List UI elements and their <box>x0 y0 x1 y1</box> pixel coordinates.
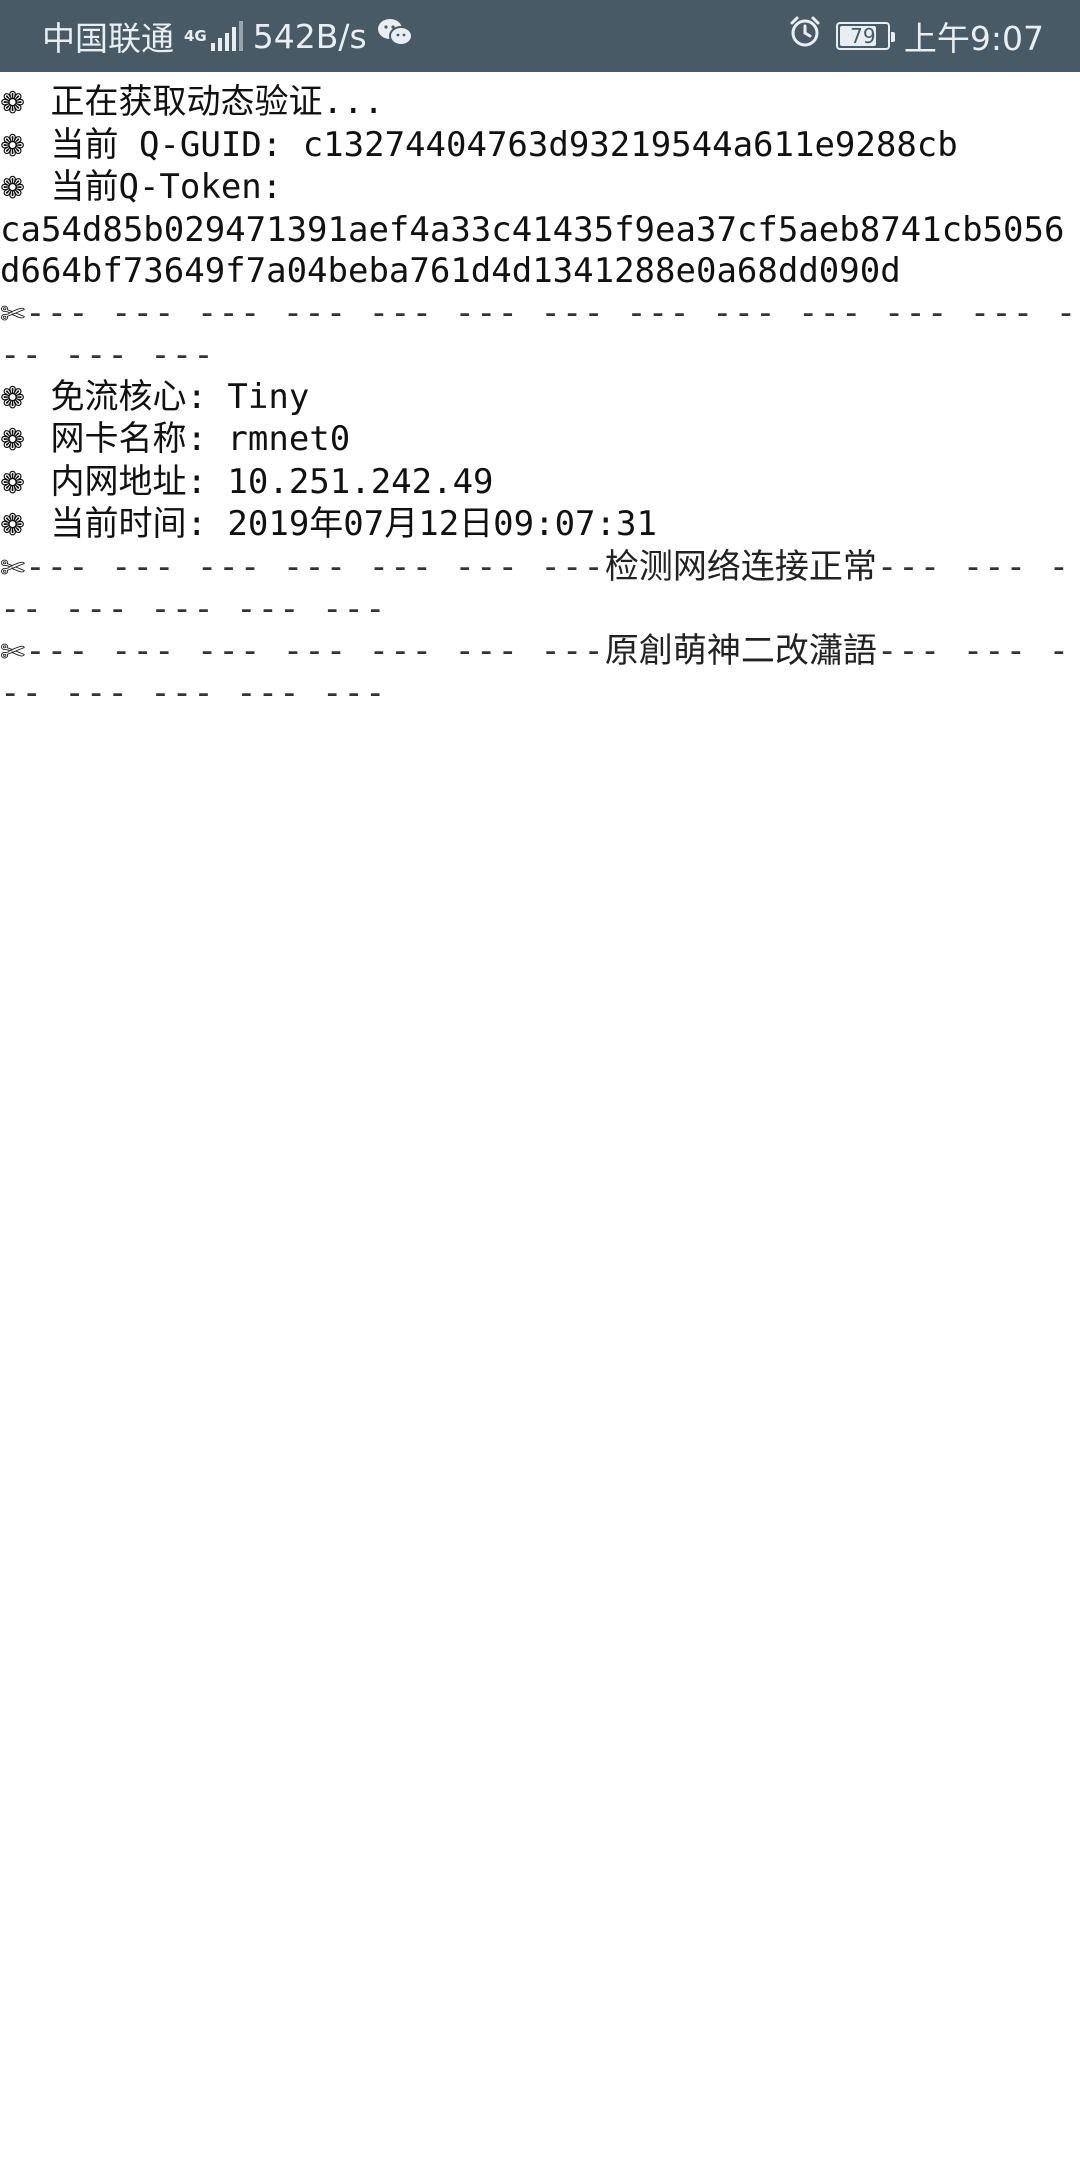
separator-credit: ✄--- --- --- --- --- --- ---原創萌神二改瀟語--- … <box>0 630 1071 714</box>
wechat-icon <box>377 17 413 56</box>
alarm-icon <box>788 15 822 57</box>
log-line-token-value: ca54d85b029471391aef4a33c41435f9ea37cf5a… <box>0 209 1065 292</box>
signal-icon: 4G <box>184 21 243 51</box>
carrier-name: 中国联通 <box>42 19 174 58</box>
flower-bullet-icon: ❁ <box>0 508 26 543</box>
log-line-core: ❁ 免流核心: Tiny <box>0 377 1080 420</box>
flower-bullet-icon: ❁ <box>0 171 26 206</box>
log-line-token-label: ❁ 当前Q-Token: <box>0 167 1080 210</box>
network-type: 4G <box>184 26 207 45</box>
clock-time: 上午9:07 <box>903 19 1044 58</box>
battery-level: 79 <box>850 24 876 48</box>
terminal-output: ❁ 正在获取动态验证... ❁ 当前 Q-GUID: c13274404763d… <box>0 72 1080 715</box>
flower-bullet-icon: ❁ <box>0 86 26 121</box>
separator-network-status: ✄--- --- --- --- --- --- ---检测网络连接正常--- … <box>0 546 1071 630</box>
net-speed: 542B/s <box>252 16 367 56</box>
log-line-guid: ❁ 当前 Q-GUID: c13274404763d93219544a611e9… <box>0 125 1080 168</box>
scissors-icon: ✄ <box>0 550 26 586</box>
scissors-icon: ✄ <box>0 634 26 670</box>
log-line-ip: ❁ 内网地址: 10.251.242.49 <box>0 462 1080 505</box>
flower-bullet-icon: ❁ <box>0 380 26 416</box>
flower-bullet-icon: ❁ <box>0 423 26 458</box>
battery-icon: 79 <box>835 22 895 50</box>
status-bar-left: 中国联通 4G 542B/s <box>42 0 413 72</box>
flower-bullet-icon: ❁ <box>0 128 26 164</box>
scissors-icon: ✄ <box>0 296 26 332</box>
credit-text: 原創萌神二改瀟語 <box>604 630 877 671</box>
separator-line: ✄--- --- --- --- --- --- --- --- --- ---… <box>0 292 1078 376</box>
log-line-fetching: ❁ 正在获取动态验证... <box>0 82 1080 125</box>
status-bar: 中国联通 4G 542B/s 79 上午9:07 <box>0 0 1080 72</box>
log-line-time: ❁ 当前时间: 2019年07月12日09:07:31 <box>0 504 1080 547</box>
log-line-nic: ❁ 网卡名称: rmnet0 <box>0 419 1080 462</box>
flower-bullet-icon: ❁ <box>0 465 26 501</box>
status-bar-right: 79 上午9:07 <box>788 0 1044 72</box>
network-status-text: 检测网络连接正常 <box>604 546 877 587</box>
